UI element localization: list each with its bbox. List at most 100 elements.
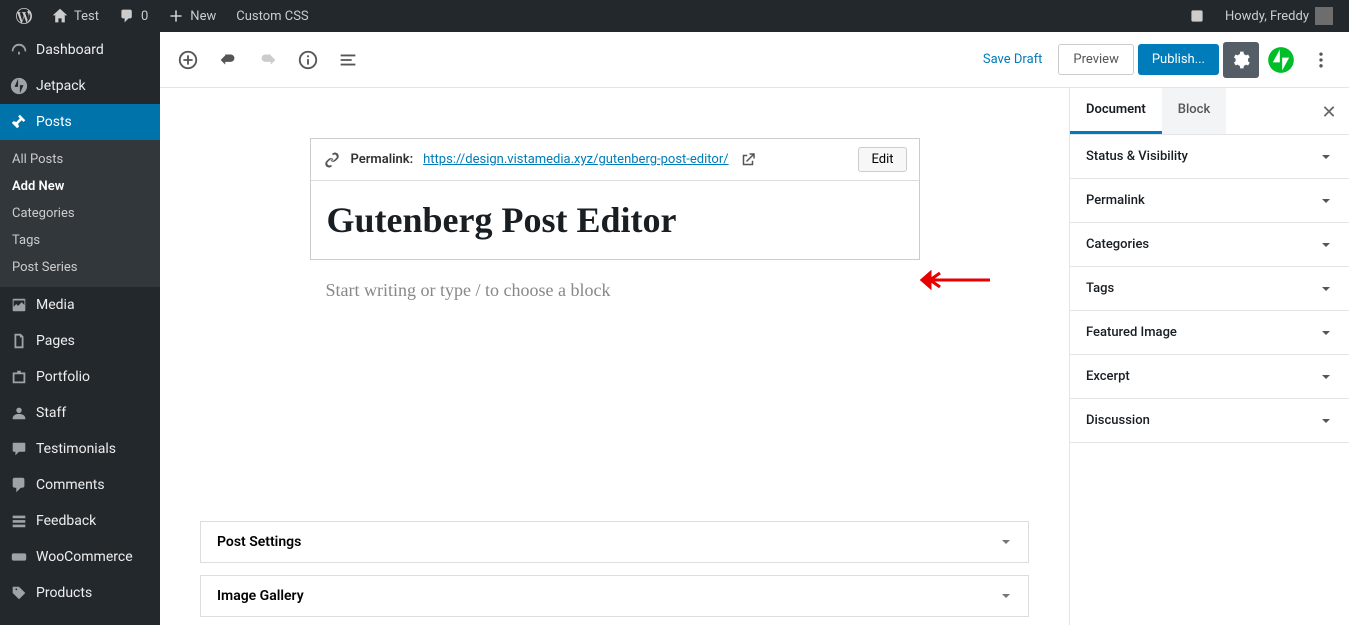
undo-button[interactable] <box>210 42 246 78</box>
sub-all-posts[interactable]: All Posts <box>0 146 160 173</box>
sidebar-item-label: Staff <box>36 405 66 421</box>
sidebar-item-comments[interactable]: Comments <box>0 467 160 503</box>
admin-sidebar: Dashboard Jetpack Posts All Posts Add Ne… <box>0 32 160 625</box>
tab-document[interactable]: Document <box>1070 88 1162 134</box>
section-featured-image[interactable]: Featured Image <box>1070 311 1349 355</box>
permalink-bar: Permalink: https://design.vistamedia.xyz… <box>311 139 919 181</box>
section-categories[interactable]: Categories <box>1070 223 1349 267</box>
sidebar-item-label: Pages <box>36 333 75 349</box>
plus-circle-icon <box>177 49 199 71</box>
section-status[interactable]: Status & Visibility <box>1070 135 1349 179</box>
permalink-edit-button[interactable]: Edit <box>858 147 906 172</box>
sidebar-item-portfolio[interactable]: Portfolio <box>0 359 160 395</box>
plus-icon <box>168 8 184 24</box>
chevron-down-icon <box>1319 370 1333 384</box>
products-icon <box>10 584 28 602</box>
site-name: Test <box>74 9 99 24</box>
editor-content[interactable]: Permalink: https://design.vistamedia.xyz… <box>160 88 1069 625</box>
chevron-down-icon <box>1000 536 1012 548</box>
section-tags[interactable]: Tags <box>1070 267 1349 311</box>
info-button[interactable] <box>290 42 326 78</box>
sidebar-item-woocommerce[interactable]: WooCommerce <box>0 539 160 575</box>
metabox-image-gallery: Image Gallery <box>200 575 1029 617</box>
block-placeholder[interactable]: Start writing or type / to choose a bloc… <box>310 280 920 301</box>
section-permalink[interactable]: Permalink <box>1070 179 1349 223</box>
feedback-icon <box>10 512 28 530</box>
sidebar-item-pages[interactable]: Pages <box>0 323 160 359</box>
metabox-header[interactable]: Post Settings <box>201 522 1028 562</box>
title-block: Permalink: https://design.vistamedia.xyz… <box>310 138 920 260</box>
sidebar-item-label: Dashboard <box>36 42 104 58</box>
chevron-down-icon <box>1319 282 1333 296</box>
jetpack-toggle[interactable] <box>1263 42 1299 78</box>
sidebar-item-jetpack[interactable]: Jetpack <box>0 68 160 104</box>
gear-icon <box>1231 50 1251 70</box>
sidebar-item-posts[interactable]: Posts <box>0 104 160 140</box>
redo-icon <box>257 49 279 71</box>
portfolio-icon <box>10 368 28 386</box>
preview-button[interactable]: Preview <box>1058 44 1133 75</box>
notifications[interactable] <box>1181 0 1213 32</box>
chevron-down-icon <box>1000 590 1012 602</box>
customcss-link[interactable]: Custom CSS <box>228 0 316 32</box>
section-discussion[interactable]: Discussion <box>1070 399 1349 443</box>
wordpress-icon <box>16 8 32 24</box>
sidebar-item-products[interactable]: Products <box>0 575 160 611</box>
metabox-title: Post Settings <box>217 534 301 550</box>
pages-icon <box>10 332 28 350</box>
comments-link[interactable]: 0 <box>111 0 156 32</box>
tab-block[interactable]: Block <box>1162 88 1226 134</box>
save-draft-button[interactable]: Save Draft <box>971 44 1055 75</box>
undo-icon <box>217 49 239 71</box>
site-home[interactable]: Test <box>44 0 107 32</box>
sidebar-item-feedback[interactable]: Feedback <box>0 503 160 539</box>
woo-icon <box>10 548 28 566</box>
annotation-arrow <box>920 270 990 294</box>
customcss-label: Custom CSS <box>236 9 308 24</box>
pin-icon <box>10 113 28 131</box>
sub-post-series[interactable]: Post Series <box>0 254 160 281</box>
more-menu[interactable] <box>1303 42 1339 78</box>
home-icon <box>52 8 68 24</box>
metabox-header[interactable]: Image Gallery <box>201 576 1028 616</box>
metabox-title: Image Gallery <box>217 588 304 604</box>
section-excerpt[interactable]: Excerpt <box>1070 355 1349 399</box>
dashboard-icon <box>10 41 28 59</box>
add-block-button[interactable] <box>170 42 206 78</box>
sidebar-item-label: Testimonials <box>36 441 116 457</box>
post-title-input[interactable] <box>311 181 919 259</box>
sub-categories[interactable]: Categories <box>0 200 160 227</box>
editor-main: Save Draft Preview Publish... Permalink:… <box>160 32 1349 625</box>
panel-close[interactable]: ✕ <box>1315 98 1343 126</box>
sidebar-item-staff[interactable]: Staff <box>0 395 160 431</box>
staff-icon <box>10 404 28 422</box>
editor-toolbar: Save Draft Preview Publish... <box>160 32 1349 88</box>
sidebar-item-label: Comments <box>36 477 105 493</box>
metabox-post-settings: Post Settings <box>200 521 1029 563</box>
new-link[interactable]: New <box>160 0 224 32</box>
admin-bar: Test 0 New Custom CSS Howdy, Freddy <box>0 0 1349 32</box>
sub-tags[interactable]: Tags <box>0 227 160 254</box>
comment-count: 0 <box>141 9 148 24</box>
sub-add-new[interactable]: Add New <box>0 173 160 200</box>
sidebar-item-dashboard[interactable]: Dashboard <box>0 32 160 68</box>
permalink-url[interactable]: https://design.vistamedia.xyz/gutenberg-… <box>423 152 728 167</box>
avatar <box>1315 7 1333 25</box>
wp-logo[interactable] <box>8 0 40 32</box>
user-menu[interactable]: Howdy, Freddy <box>1217 0 1341 32</box>
sidebar-item-label: Products <box>36 585 92 601</box>
settings-toggle[interactable] <box>1223 42 1259 78</box>
publish-button[interactable]: Publish... <box>1138 44 1219 75</box>
outline-button[interactable] <box>330 42 366 78</box>
sidebar-item-media[interactable]: Media <box>0 287 160 323</box>
link-icon <box>323 151 341 169</box>
jetpack-circle-icon <box>1267 46 1295 74</box>
chevron-down-icon <box>1319 238 1333 252</box>
media-icon <box>10 296 28 314</box>
chevron-down-icon <box>1319 194 1333 208</box>
redo-button[interactable] <box>250 42 286 78</box>
sidebar-item-testimonials[interactable]: Testimonials <box>0 431 160 467</box>
sidebar-submenu: All Posts Add New Categories Tags Post S… <box>0 140 160 287</box>
comments-icon <box>10 476 28 494</box>
sidebar-item-label: Media <box>36 297 75 313</box>
